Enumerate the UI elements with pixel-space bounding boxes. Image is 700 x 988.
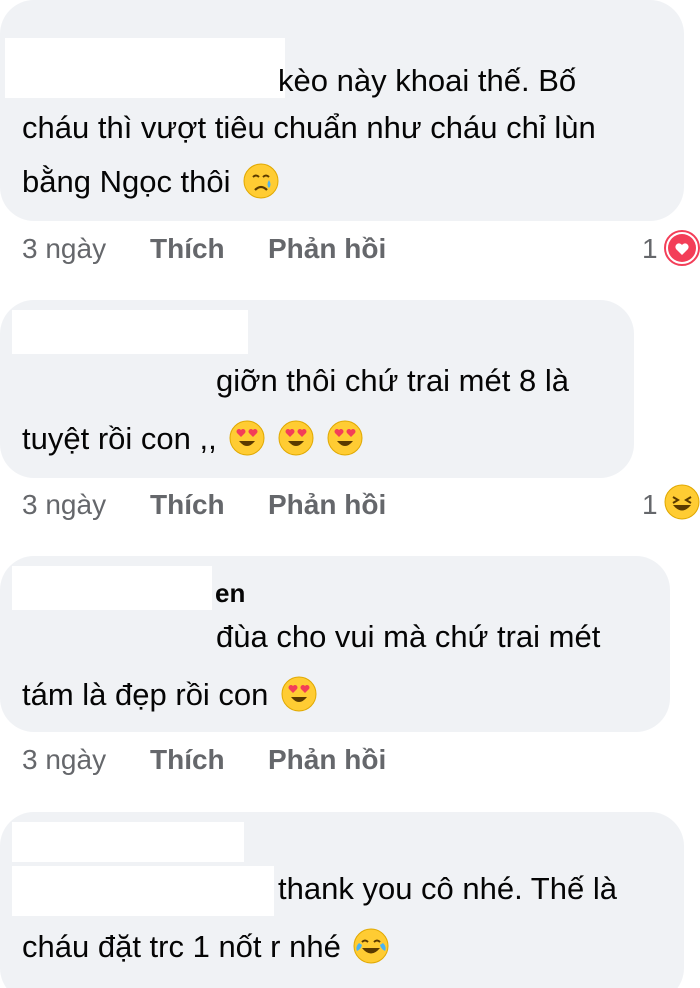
tears-of-joy-icon [353, 927, 389, 981]
comment-text-line: thank you cô nhé. Thế là [278, 871, 617, 906]
heart-eyes-icon [327, 419, 363, 473]
redacted-author-name [5, 38, 285, 98]
heart-eyes-icon [281, 675, 317, 729]
timestamp: 3 ngày [22, 233, 107, 264]
like-button[interactable]: Thích [150, 744, 225, 776]
redacted-author-name [12, 310, 248, 354]
reaction-count[interactable]: 1 [642, 489, 658, 521]
comment-text-line: bằng Ngọc thôi [22, 155, 279, 216]
like-button[interactable]: Thích [150, 489, 225, 521]
timestamp: 3 ngày [22, 489, 107, 520]
comment-thread: kèo này khoai thế. Bố cháu thì vượt tiêu… [0, 0, 700, 988]
comment-author[interactable]: en [215, 578, 245, 609]
comment-text-line: đùa cho vui mà chứ trai mét [216, 619, 601, 654]
heart-icon[interactable] [664, 230, 700, 266]
redacted-author-name [12, 866, 274, 916]
redacted-author-name [12, 822, 244, 862]
like-button[interactable]: Thích [150, 233, 225, 265]
comment-text-line: kèo này khoai thế. Bố [278, 63, 577, 98]
heart-eyes-icon [229, 419, 265, 473]
timestamp: 3 ngày [22, 744, 107, 775]
comment-text-line: cháu thì vượt tiêu chuẩn như cháu chỉ lù… [22, 110, 596, 145]
comment-text-line: tuyệt rồi con ,, [22, 412, 363, 473]
reply-button[interactable]: Phản hồi [268, 744, 386, 776]
comment-text-line: tám là đẹp rồi con [22, 668, 317, 729]
crying-face-icon [243, 162, 279, 216]
reaction-count[interactable]: 1 [642, 233, 658, 265]
laughing-icon[interactable] [664, 484, 700, 520]
comment-text-line: cháu đặt trc 1 nốt r nhé [22, 920, 389, 981]
heart-eyes-icon [278, 419, 314, 473]
redacted-author-name [12, 566, 212, 610]
reply-button[interactable]: Phản hồi [268, 233, 386, 265]
reply-button[interactable]: Phản hồi [268, 489, 386, 521]
comment-text-line: giỡn thôi chứ trai mét 8 là [216, 363, 569, 398]
